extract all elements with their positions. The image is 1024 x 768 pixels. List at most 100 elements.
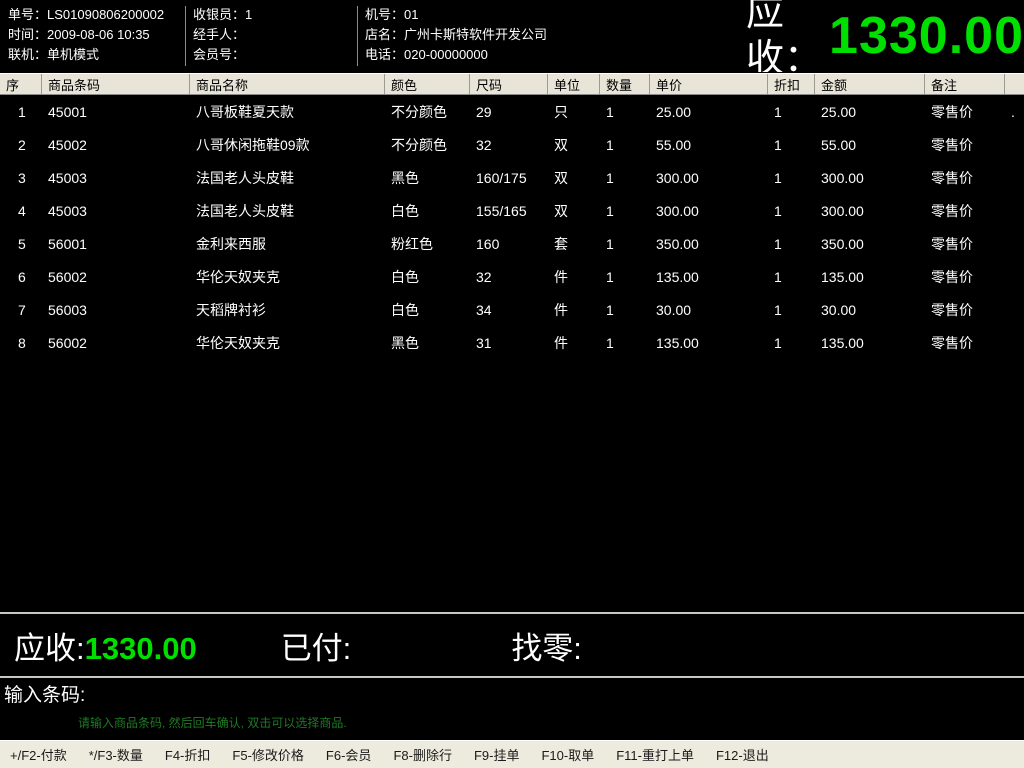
cell-remark: 零售价 <box>931 235 973 252</box>
cell-size: 32 <box>476 268 492 285</box>
table-row[interactable]: 1 45001 八哥板鞋夏天款 不分颜色 29 只 1 25.00 1 25.00 零售价. <box>0 95 1024 128</box>
grid-body[interactable]: 1 45001 八哥板鞋夏天款 不分颜色 29 只 1 25.00 1 25.00 零售价. 2 450… <box>0 95 1024 612</box>
table-row[interactable]: 5 56001 金利来西服 粉红色 160 套 1 350.00 1 350.00 零售价 <box>0 227 1024 260</box>
cell-price: 350.00 <box>656 235 699 252</box>
cell-quantity: 1 <box>606 334 614 351</box>
column-header-spacer[interactable] <box>1005 74 1024 94</box>
function-key[interactable]: F6-会员 <box>326 745 372 764</box>
summary-receivable-value: 1330.00 <box>84 630 197 666</box>
header-cashier-row: 收银员：1 <box>193 5 357 25</box>
cell-spacer <box>1005 260 1024 293</box>
header-divider-1 <box>185 6 186 66</box>
cell-color: 黑色 <box>391 334 419 351</box>
cell-color: 黑色 <box>391 169 419 186</box>
cell-remark: 零售价 <box>931 301 973 318</box>
table-row[interactable]: 8 56002 华伦天奴夹克 黑色 31 件 1 135.00 1 135.00 零售价 <box>0 326 1024 359</box>
column-header-name[interactable]: 商品名称 <box>190 74 385 94</box>
time-label: 时间： <box>8 27 48 42</box>
cell-remark: 零售价 <box>931 334 973 351</box>
cell-size: 160 <box>476 235 500 252</box>
function-key[interactable]: F8-删除行 <box>393 745 452 764</box>
cell-amount: 25.00 <box>821 103 857 120</box>
table-row[interactable]: 7 56003 天稻牌衬衫 白色 34 件 1 30.00 1 30.00 零售价 <box>0 293 1024 326</box>
cell-barcode: 45002 <box>48 136 87 153</box>
cell-size: 160/175 <box>476 169 527 186</box>
function-key[interactable]: F10-取单 <box>541 745 594 764</box>
barcode-input[interactable] <box>108 682 528 706</box>
link-mode-label: 联机： <box>8 47 48 62</box>
cell-discount: 1 <box>774 235 782 252</box>
phone-label: 电话： <box>365 47 405 62</box>
column-header-size[interactable]: 尺码 <box>470 74 548 94</box>
cell-amount: 300.00 <box>821 202 864 219</box>
table-row[interactable]: 4 45003 法国老人头皮鞋 白色 155/165 双 1 300.00 1 300.00 零售价 <box>0 194 1024 227</box>
barcode-input-hint: 请输入商品条码, 然后回车确认, 双击可以选择商品. <box>78 716 347 730</box>
cell-amount: 30.00 <box>821 301 857 318</box>
pos-window: 单号：LS01090806200002 时间：2009-08-06 10:35 … <box>0 0 1024 768</box>
cell-barcode: 56001 <box>48 235 87 252</box>
cell-remark: 零售价 <box>931 202 973 219</box>
header-panel-shop-info: 机号：01 店名：广州卡斯特软件开发公司 电话：020-00000000 <box>357 0 742 72</box>
cell-quantity: 1 <box>606 202 614 219</box>
header-total-value: 1330.00 <box>829 7 1024 65</box>
cell-remark: 零售价 <box>931 268 973 285</box>
summary-change-label: 找零: <box>511 630 582 666</box>
cell-spacer <box>1005 128 1024 161</box>
header-panel-order-info: 单号：LS01090806200002 时间：2009-08-06 10:35 … <box>0 0 185 72</box>
cell-price: 135.00 <box>656 268 699 285</box>
cell-remark: 零售价 <box>931 103 973 120</box>
table-row[interactable]: 6 56002 华伦天奴夹克 白色 32 件 1 135.00 1 135.00 零售价 <box>0 260 1024 293</box>
header-time-row: 时间：2009-08-06 10:35 <box>8 25 185 45</box>
cell-index: 6 <box>18 268 26 285</box>
column-header-barcode[interactable]: 商品条码 <box>42 74 190 94</box>
function-key[interactable]: +/F2-付款 <box>10 745 67 764</box>
column-header-unit[interactable]: 单位 <box>548 74 600 94</box>
header-order-row: 单号：LS01090806200002 <box>8 5 185 25</box>
function-key-bar: +/F2-付款 */F3-数量 F4-折扣 F5-修改价格 F6-会员 F8-删除行 F9-… <box>0 740 1024 768</box>
cell-remark: 零售价 <box>931 169 973 186</box>
cell-index: 2 <box>18 136 26 153</box>
phone-value: 020-00000000 <box>404 47 488 62</box>
table-row[interactable]: 3 45003 法国老人头皮鞋 黑色 160/175 双 1 300.00 1 300.00 零售价 <box>0 161 1024 194</box>
summary-receivable: 应收: 1330.00 <box>14 623 197 668</box>
function-key[interactable]: F5-修改价格 <box>232 745 304 764</box>
cell-color: 白色 <box>391 301 419 318</box>
cell-unit: 双 <box>554 202 568 219</box>
column-header-amount[interactable]: 金额 <box>815 74 925 94</box>
handler-label: 经手人： <box>193 27 246 42</box>
cell-quantity: 1 <box>606 235 614 252</box>
cell-discount: 1 <box>774 268 782 285</box>
cell-barcode: 56003 <box>48 301 87 318</box>
summary-receivable-label: 应收: <box>14 630 85 666</box>
link-mode-value: 单机模式 <box>47 47 100 62</box>
machine-no-label: 机号： <box>365 7 405 22</box>
column-header-price[interactable]: 单价 <box>650 74 768 94</box>
function-key[interactable]: F11-重打上单 <box>616 745 694 764</box>
header-total-display: 应收： 1330.00 <box>742 0 1024 72</box>
cell-name: 八哥板鞋夏天款 <box>196 103 294 120</box>
function-key[interactable]: F9-挂单 <box>474 745 520 764</box>
cell-discount: 1 <box>774 334 782 351</box>
function-key[interactable]: */F3-数量 <box>89 745 143 764</box>
column-header-remark[interactable]: 备注 <box>925 74 1005 94</box>
cell-unit: 件 <box>554 334 568 351</box>
cell-index: 4 <box>18 202 26 219</box>
cell-size: 31 <box>476 334 492 351</box>
table-row[interactable]: 2 45002 八哥休闲拖鞋09款 不分颜色 32 双 1 55.00 1 55.00 零售价 <box>0 128 1024 161</box>
header-divider-2 <box>357 6 358 66</box>
column-header-discount[interactable]: 折扣 <box>768 74 815 94</box>
column-header-color[interactable]: 颜色 <box>385 74 470 94</box>
cell-discount: 1 <box>774 169 782 186</box>
cell-price: 300.00 <box>656 202 699 219</box>
cell-index: 5 <box>18 235 26 252</box>
function-key[interactable]: F12-退出 <box>716 745 769 764</box>
function-key[interactable]: F4-折扣 <box>165 745 211 764</box>
column-header-quantity[interactable]: 数量 <box>600 74 650 94</box>
cell-discount: 1 <box>774 136 782 153</box>
cell-index: 8 <box>18 334 26 351</box>
cell-size: 34 <box>476 301 492 318</box>
cell-quantity: 1 <box>606 301 614 318</box>
cell-barcode: 56002 <box>48 268 87 285</box>
cell-discount: 1 <box>774 103 782 120</box>
column-header-index[interactable]: 序 <box>0 74 42 94</box>
